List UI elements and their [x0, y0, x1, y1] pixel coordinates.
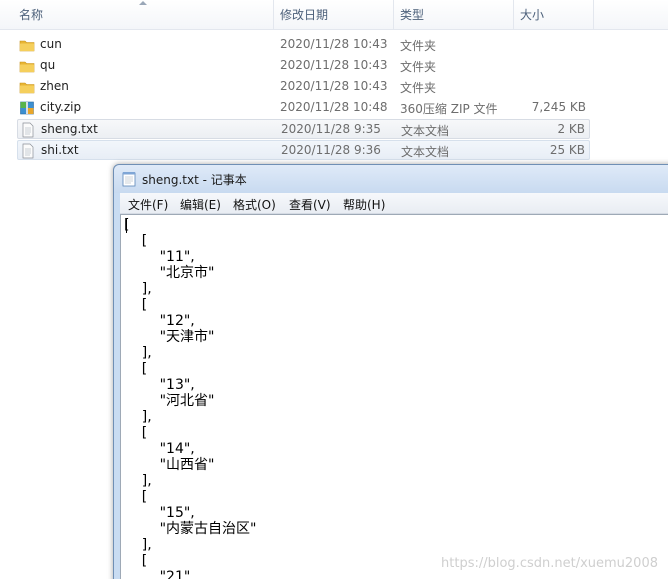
file-type: 文件夹 [400, 39, 437, 53]
column-header: 名称 修改日期 类型 大小 [0, 0, 668, 30]
file-type: 文件夹 [400, 81, 437, 95]
menu-bar: 文件(F) 编辑(E) 格式(O) 查看(V) 帮助(H) [120, 193, 668, 214]
file-row-cun[interactable]: cun 2020/11/28 10:43 文件夹 [17, 35, 590, 55]
file-name: cun [40, 37, 62, 51]
zip-archive-icon [20, 101, 34, 115]
file-name: zhen [40, 79, 69, 93]
notepad-titlebar[interactable]: sheng.txt - 记事本 [114, 165, 668, 193]
menu-help[interactable]: 帮助(H) [343, 196, 385, 213]
text-caret [126, 218, 127, 233]
file-name: qu [40, 58, 56, 72]
notepad-icon [122, 172, 136, 187]
editor-content[interactable]: [ [ "11", "北京市" ], [ "12", "天津市" ], [ "1… [121, 215, 668, 579]
column-type[interactable]: 类型 [394, 0, 514, 29]
file-row-qu[interactable]: qu 2020/11/28 10:43 文件夹 [17, 56, 590, 76]
file-row-city-zip[interactable]: city.zip 2020/11/28 10:48 360压缩 ZIP 文件 7… [17, 98, 590, 118]
file-date: 2020/11/28 9:36 [281, 143, 381, 157]
menu-format[interactable]: 格式(O) [233, 196, 276, 213]
watermark: https://blog.csdn.net/xuemu2008 [441, 556, 658, 571]
file-date: 2020/11/28 10:43 [280, 79, 388, 93]
file-size: 2 KB [557, 122, 585, 136]
file-date: 2020/11/28 10:43 [280, 58, 388, 72]
file-type: 文件夹 [400, 60, 437, 74]
text-file-icon [22, 122, 34, 138]
menu-edit[interactable]: 编辑(E) [180, 196, 221, 213]
text-file-icon [22, 143, 34, 159]
sort-ascending-icon [139, 1, 147, 5]
screen: 名称 修改日期 类型 大小 cun 2020/11/28 10:43 文件夹 q… [0, 0, 668, 579]
menu-file[interactable]: 文件(F) [128, 196, 168, 213]
folder-icon [19, 40, 35, 52]
file-row-zhen[interactable]: zhen 2020/11/28 10:43 文件夹 [17, 77, 590, 97]
file-date: 2020/11/28 10:43 [280, 37, 388, 51]
file-name: shi.txt [41, 143, 79, 157]
column-date-modified[interactable]: 修改日期 [274, 0, 394, 29]
menu-view[interactable]: 查看(V) [289, 196, 331, 213]
file-type: 360压缩 ZIP 文件 [400, 102, 498, 116]
file-type: 文本文档 [401, 124, 450, 138]
notepad-window: sheng.txt - 记事本 文件(F) 编辑(E) 格式(O) 查看(V) … [113, 164, 668, 579]
file-date: 2020/11/28 9:35 [281, 122, 381, 136]
file-size: 7,245 KB [531, 100, 586, 114]
column-size[interactable]: 大小 [514, 0, 594, 29]
folder-icon [19, 82, 35, 94]
folder-icon [19, 61, 35, 73]
file-name: city.zip [40, 100, 82, 114]
file-date: 2020/11/28 10:48 [280, 100, 388, 114]
text-editor[interactable]: [ [ "11", "北京市" ], [ "12", "天津市" ], [ "1… [120, 214, 668, 579]
file-type: 文本文档 [401, 145, 450, 159]
file-name: sheng.txt [41, 122, 98, 136]
file-row-shi-txt[interactable]: shi.txt 2020/11/28 9:36 文本文档 25 KB [17, 140, 590, 160]
window-title: sheng.txt - 记事本 [142, 173, 247, 187]
file-row-sheng-txt[interactable]: sheng.txt 2020/11/28 9:35 文本文档 2 KB [17, 119, 590, 139]
file-size: 25 KB [549, 143, 585, 157]
